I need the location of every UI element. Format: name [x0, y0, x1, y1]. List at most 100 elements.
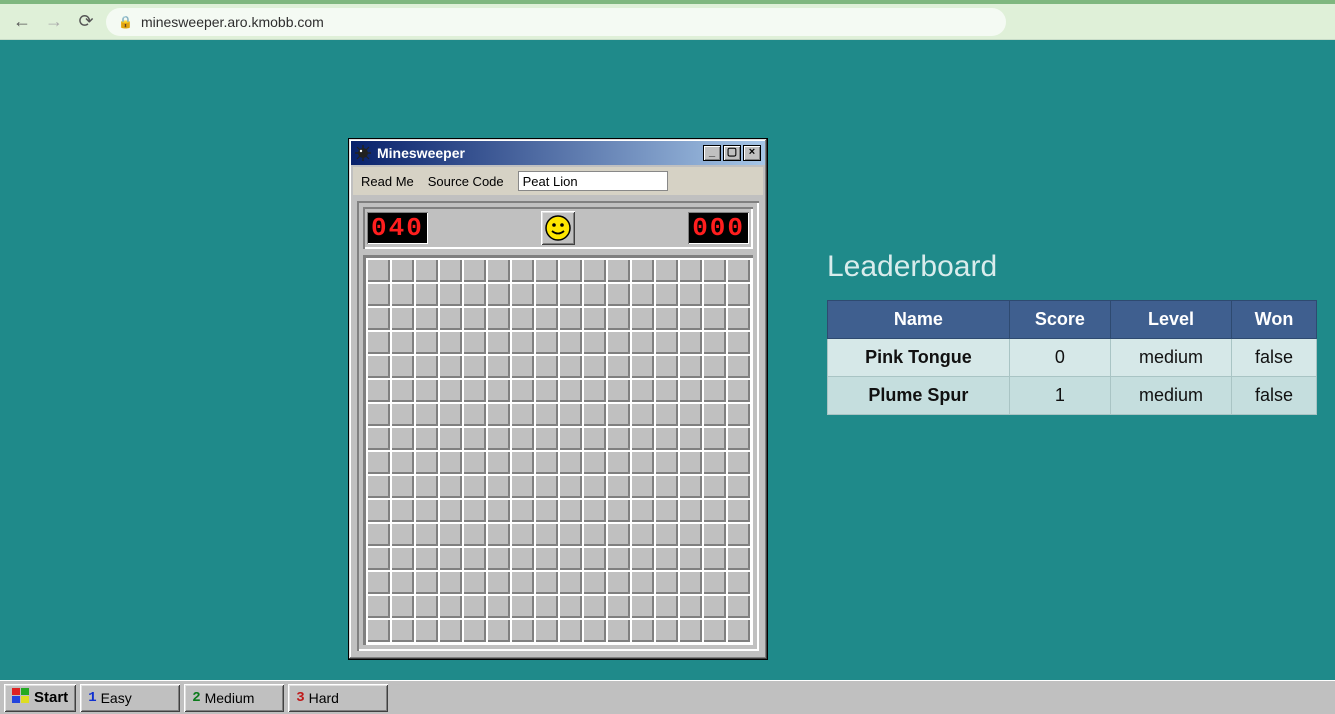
mine-cell[interactable] [702, 474, 726, 498]
mine-cell[interactable] [414, 498, 438, 522]
mine-cell[interactable] [654, 258, 678, 282]
mine-cell[interactable] [654, 570, 678, 594]
mine-cell[interactable] [414, 474, 438, 498]
mine-cell[interactable] [438, 354, 462, 378]
mine-cell[interactable] [438, 306, 462, 330]
mine-cell[interactable] [438, 522, 462, 546]
mine-cell[interactable] [390, 426, 414, 450]
mine-cell[interactable] [534, 330, 558, 354]
mine-cell[interactable] [726, 570, 750, 594]
mine-cell[interactable] [510, 594, 534, 618]
mine-cell[interactable] [726, 306, 750, 330]
mine-cell[interactable] [462, 330, 486, 354]
mine-cell[interactable] [486, 426, 510, 450]
mine-cell[interactable] [606, 546, 630, 570]
mine-cell[interactable] [366, 618, 390, 642]
mine-cell[interactable] [582, 258, 606, 282]
mine-cell[interactable] [702, 282, 726, 306]
mine-cell[interactable] [390, 570, 414, 594]
mine-cell[interactable] [438, 258, 462, 282]
mine-cell[interactable] [558, 282, 582, 306]
mine-cell[interactable] [414, 282, 438, 306]
mine-cell[interactable] [558, 618, 582, 642]
mine-cell[interactable] [726, 378, 750, 402]
mine-cell[interactable] [486, 258, 510, 282]
mine-cell[interactable] [438, 570, 462, 594]
mine-cell[interactable] [678, 522, 702, 546]
mine-cell[interactable] [606, 354, 630, 378]
mine-cell[interactable] [630, 546, 654, 570]
mine-cell[interactable] [390, 306, 414, 330]
mine-cell[interactable] [630, 522, 654, 546]
mine-cell[interactable] [462, 498, 486, 522]
mine-cell[interactable] [582, 594, 606, 618]
mine-cell[interactable] [606, 378, 630, 402]
mine-cell[interactable] [390, 378, 414, 402]
mine-cell[interactable] [510, 570, 534, 594]
mine-cell[interactable] [582, 354, 606, 378]
mine-cell[interactable] [726, 258, 750, 282]
mine-cell[interactable] [726, 282, 750, 306]
mine-cell[interactable] [678, 618, 702, 642]
mine-cell[interactable] [486, 282, 510, 306]
mine-cell[interactable] [534, 282, 558, 306]
mine-cell[interactable] [366, 474, 390, 498]
mine-cell[interactable] [726, 330, 750, 354]
mine-cell[interactable] [654, 450, 678, 474]
mine-cell[interactable] [726, 354, 750, 378]
mine-cell[interactable] [486, 306, 510, 330]
mine-cell[interactable] [582, 426, 606, 450]
mine-cell[interactable] [462, 570, 486, 594]
mine-cell[interactable] [366, 354, 390, 378]
mine-cell[interactable] [678, 354, 702, 378]
mine-cell[interactable] [414, 354, 438, 378]
mine-cell[interactable] [582, 522, 606, 546]
mine-cell[interactable] [462, 546, 486, 570]
mine-cell[interactable] [654, 426, 678, 450]
mine-cell[interactable] [606, 450, 630, 474]
mine-cell[interactable] [558, 402, 582, 426]
mine-cell[interactable] [630, 450, 654, 474]
mine-cell[interactable] [630, 426, 654, 450]
mine-cell[interactable] [462, 474, 486, 498]
mine-cell[interactable] [606, 618, 630, 642]
minimize-button[interactable]: _ [703, 145, 721, 161]
mine-cell[interactable] [534, 354, 558, 378]
mine-cell[interactable] [414, 330, 438, 354]
mine-cell[interactable] [486, 378, 510, 402]
mine-cell[interactable] [606, 522, 630, 546]
mine-cell[interactable] [366, 498, 390, 522]
mine-cell[interactable] [606, 330, 630, 354]
mine-cell[interactable] [726, 450, 750, 474]
mine-cell[interactable] [702, 354, 726, 378]
mine-cell[interactable] [678, 570, 702, 594]
mine-cell[interactable] [582, 450, 606, 474]
mine-cell[interactable] [390, 498, 414, 522]
mine-cell[interactable] [654, 594, 678, 618]
mine-cell[interactable] [486, 330, 510, 354]
mine-cell[interactable] [510, 378, 534, 402]
mine-cell[interactable] [606, 594, 630, 618]
mine-cell[interactable] [558, 522, 582, 546]
mine-cell[interactable] [702, 546, 726, 570]
mine-cell[interactable] [366, 282, 390, 306]
mine-cell[interactable] [486, 570, 510, 594]
mine-cell[interactable] [414, 402, 438, 426]
mine-cell[interactable] [390, 546, 414, 570]
task-button-hard[interactable]: 3 Hard [288, 684, 388, 712]
mine-cell[interactable] [462, 522, 486, 546]
mine-cell[interactable] [438, 474, 462, 498]
maximize-button[interactable]: ▢ [723, 145, 741, 161]
mine-cell[interactable] [582, 498, 606, 522]
mine-cell[interactable] [582, 546, 606, 570]
mine-cell[interactable] [678, 426, 702, 450]
mine-cell[interactable] [606, 402, 630, 426]
mine-cell[interactable] [366, 522, 390, 546]
mine-cell[interactable] [366, 594, 390, 618]
mine-cell[interactable] [678, 498, 702, 522]
mine-cell[interactable] [558, 330, 582, 354]
mine-cell[interactable] [606, 570, 630, 594]
mine-cell[interactable] [390, 258, 414, 282]
mine-cell[interactable] [534, 378, 558, 402]
mine-cell[interactable] [558, 474, 582, 498]
